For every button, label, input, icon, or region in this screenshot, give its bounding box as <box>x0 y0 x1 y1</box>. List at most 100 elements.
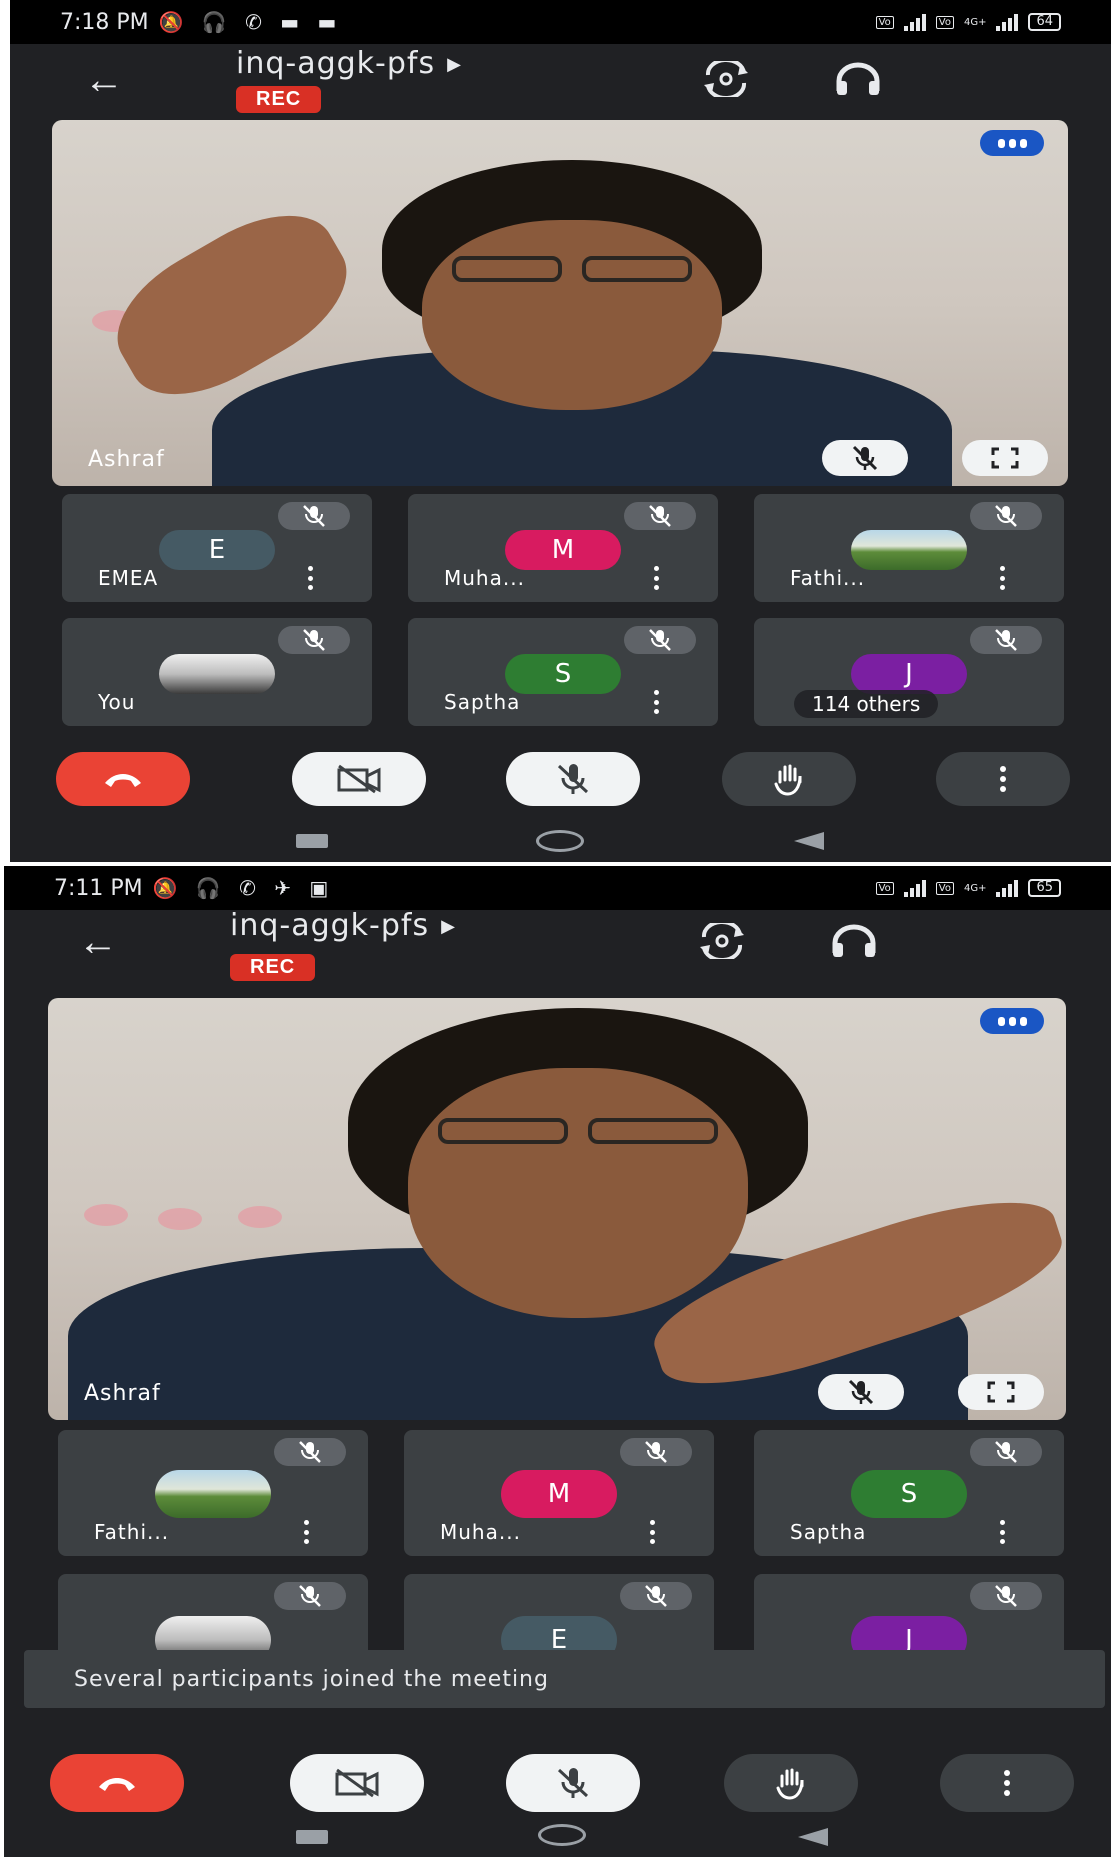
others-count-badge[interactable]: 114 others <box>794 690 939 718</box>
meeting-code-button[interactable]: inq-aggk-pfs ▶ <box>230 908 456 943</box>
mic-off-icon <box>624 502 696 530</box>
camera-toggle-button[interactable] <box>290 1754 424 1812</box>
mic-off-icon <box>848 1379 874 1405</box>
meeting-header: ← inq-aggk-pfs ▶ REC <box>10 44 1111 120</box>
raise-hand-icon <box>776 1768 804 1800</box>
participant-name: Saptha <box>790 1520 867 1544</box>
mute-participant-button[interactable] <box>818 1374 904 1410</box>
mic-toggle-button[interactable] <box>506 1754 640 1812</box>
chevron-right-icon: ▶ <box>441 916 456 937</box>
overflow-menu-icon <box>1004 1770 1010 1796</box>
meeting-header: ← inq-aggk-pfs ▶ REC <box>4 906 1111 982</box>
mic-off-icon <box>620 1438 692 1466</box>
speaker-video[interactable]: Ashraf <box>48 998 1066 1420</box>
volte-icon: Vo <box>875 881 894 895</box>
system-nav-bar <box>4 1816 1111 1857</box>
status-bar: 7:11 PM 🔕 🎧 ✆ ✈ ▣ Vo Vo 4G+ 65 <box>4 866 1111 910</box>
participant-photo <box>155 1470 271 1518</box>
volte-icon: Vo <box>935 881 954 895</box>
camera-toggle-button[interactable] <box>292 752 426 806</box>
participant-name: EMEA <box>98 566 159 590</box>
participant-name: Muha... <box>444 566 525 590</box>
participant-avatar: M <box>501 1470 617 1518</box>
speaker-name: Ashraf <box>88 447 165 472</box>
camera-off-icon <box>337 764 381 794</box>
participant-avatar: E <box>159 530 275 570</box>
fullscreen-button[interactable] <box>958 1374 1044 1410</box>
participant-tile[interactable]: M Muha... <box>408 494 718 602</box>
back-nav-icon[interactable] <box>794 832 824 850</box>
mic-toggle-button[interactable] <box>506 752 640 806</box>
recents-nav-icon[interactable] <box>296 1830 328 1844</box>
mic-off-icon <box>274 1582 346 1610</box>
back-arrow-icon[interactable]: ← <box>68 920 128 964</box>
more-actions-button[interactable] <box>936 752 1070 806</box>
signal-icon <box>903 13 926 31</box>
glasses <box>582 256 692 282</box>
headphones-icon[interactable] <box>830 54 886 104</box>
more-options-icon[interactable] <box>980 130 1044 156</box>
glasses <box>438 1118 568 1144</box>
network-type: 4G+ <box>963 16 987 28</box>
raise-hand-button[interactable] <box>722 752 856 806</box>
participant-tile[interactable]: M Muha... <box>404 1430 714 1556</box>
camera-off-icon <box>335 1768 379 1798</box>
mic-off-icon <box>624 626 696 654</box>
participant-tile[interactable]: J 114 others <box>754 618 1064 726</box>
home-nav-icon[interactable] <box>536 830 584 852</box>
raise-hand-icon <box>774 764 802 796</box>
participant-tile[interactable]: Fathi... <box>754 494 1064 602</box>
mic-off-icon <box>970 502 1042 530</box>
participant-tile[interactable]: Fathi... <box>58 1430 368 1556</box>
raise-hand-button[interactable] <box>724 1754 858 1812</box>
mic-off-icon <box>278 626 350 654</box>
meet-screen-2: 7:11 PM 🔕 🎧 ✆ ✈ ▣ Vo Vo 4G+ 65 ← inq-agg… <box>4 866 1111 1857</box>
overflow-menu-icon[interactable] <box>302 566 318 590</box>
overflow-menu-icon[interactable] <box>994 566 1010 590</box>
end-call-icon <box>105 774 141 787</box>
mic-off-icon <box>970 1582 1042 1610</box>
participant-tile[interactable]: E EMEA <box>62 494 372 602</box>
participant-tile[interactable]: S Saptha <box>408 618 718 726</box>
battery-indicator: 64 <box>1028 13 1061 31</box>
overflow-menu-icon[interactable] <box>298 1520 314 1544</box>
participant-avatar: J <box>851 654 967 694</box>
switch-camera-icon[interactable] <box>698 54 754 104</box>
meeting-code-button[interactable]: inq-aggk-pfs ▶ <box>236 46 462 81</box>
more-options-icon[interactable] <box>980 1008 1044 1034</box>
signal-icon <box>996 13 1019 31</box>
headphones-icon[interactable] <box>826 916 882 966</box>
status-right: Vo Vo 4G+ 64 <box>875 13 1061 31</box>
overflow-menu-icon[interactable] <box>994 1520 1010 1544</box>
participant-photo <box>159 654 275 694</box>
overflow-menu-icon[interactable] <box>644 1520 660 1544</box>
mic-off-icon <box>557 764 589 794</box>
more-actions-button[interactable] <box>940 1754 1074 1812</box>
back-arrow-icon[interactable]: ← <box>74 58 134 102</box>
end-call-button[interactable] <box>50 1754 184 1812</box>
speaker-face <box>408 1068 748 1318</box>
home-nav-icon[interactable] <box>538 1824 586 1846</box>
notification-icons: 🔕 🎧 ✆ ▬ ▬ <box>158 10 343 34</box>
volte-icon: Vo <box>875 15 894 29</box>
participant-tile[interactable]: S Saptha <box>754 1430 1064 1556</box>
speaker-video[interactable]: Ashraf <box>52 120 1068 486</box>
fullscreen-icon <box>991 447 1019 469</box>
speaker-name: Ashraf <box>84 1381 161 1406</box>
switch-camera-icon[interactable] <box>694 916 750 966</box>
mic-off-icon <box>970 626 1042 654</box>
meet-screen-1: 7:18 PM 🔕 🎧 ✆ ▬ ▬ Vo Vo 4G+ 64 ← inq-agg… <box>10 0 1111 862</box>
fullscreen-button[interactable] <box>962 440 1048 476</box>
end-call-button[interactable] <box>56 752 190 806</box>
mute-participant-button[interactable] <box>822 440 908 476</box>
mic-off-icon <box>278 502 350 530</box>
glasses <box>452 256 562 282</box>
recording-badge: REC <box>236 86 322 113</box>
overflow-menu-icon[interactable] <box>648 566 664 590</box>
participant-tile[interactable]: You <box>62 618 372 726</box>
recents-nav-icon[interactable] <box>296 834 328 848</box>
end-call-icon <box>99 1778 135 1791</box>
overflow-menu-icon[interactable] <box>648 690 664 714</box>
participant-name: You <box>98 690 136 714</box>
back-nav-icon[interactable] <box>798 1828 828 1846</box>
